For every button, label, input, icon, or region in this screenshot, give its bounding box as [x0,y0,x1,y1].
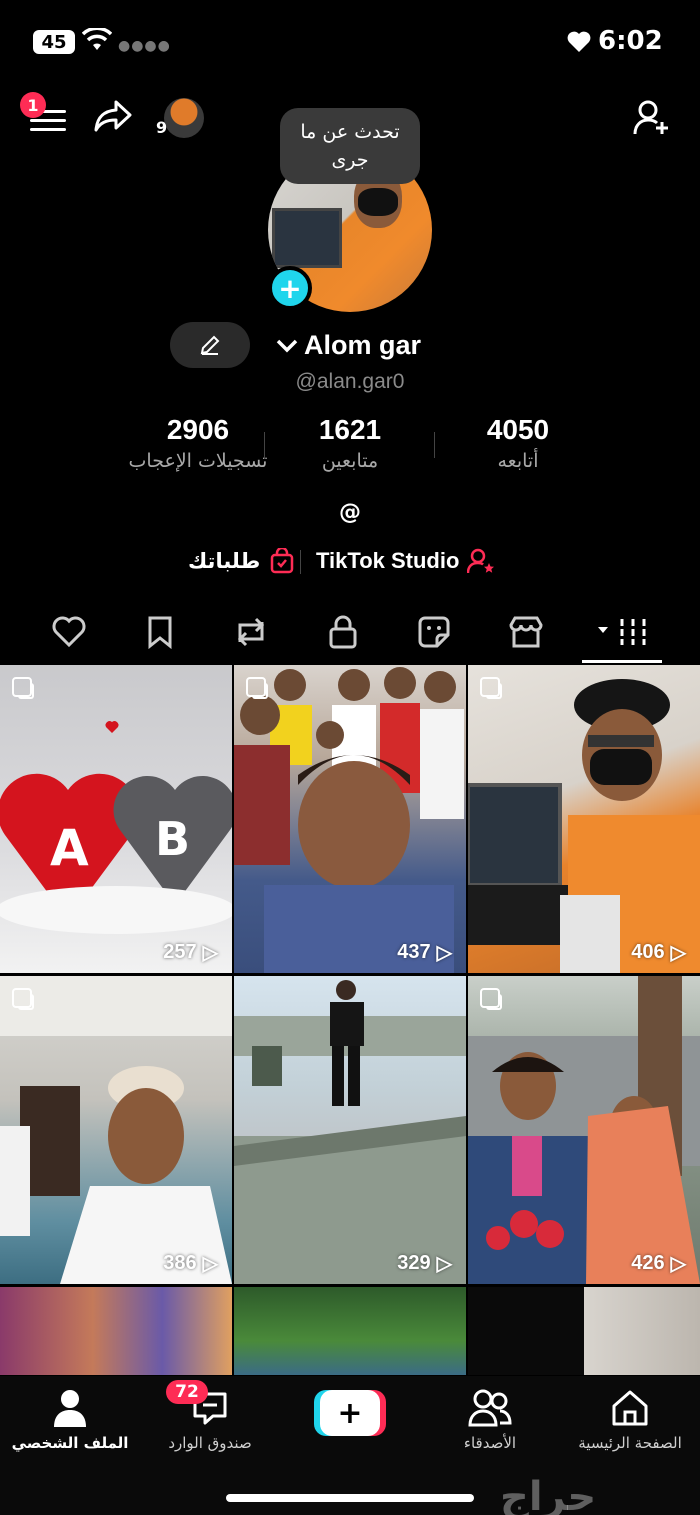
tab-reposts[interactable] [231,612,271,652]
repost-icon [237,617,265,647]
inbox-badge: 72 [166,1380,208,1404]
content-tabs [0,600,700,664]
tab-liked[interactable] [49,612,89,652]
view-count: 257 ▷ [163,940,218,965]
shop-icon [509,616,543,648]
sticker-icon [418,616,450,648]
haraj-watermark: حراج [500,1474,597,1515]
view-count-value: 386 [163,1252,197,1274]
home-icon [612,1390,648,1426]
svg-text:B: B [155,812,190,866]
play-icon: ▷ [436,942,452,964]
view-count: 406 ▷ [631,940,686,965]
video-thumbnail[interactable]: 386 ▷ [0,976,232,1284]
multi-photo-icon [480,677,502,699]
nav-home-label: الصفحة الرئيسية [578,1434,682,1452]
grid-dropdown-icon [598,619,646,645]
add-story-button[interactable]: + [268,266,312,310]
create-button[interactable]: + [314,1390,386,1436]
story-count: 9 [156,118,168,137]
tab-bookmarks[interactable] [140,612,180,652]
multi-photo-icon [12,677,34,699]
video-thumbnail[interactable] [0,1287,232,1375]
tiktok-studio-link[interactable]: TikTok Studio [316,548,495,574]
view-count-value: 257 [163,941,197,963]
plus-icon: + [320,1390,380,1436]
video-grid: A B 257 ▷ 437 ▷ 406 ▷ 386 ▷ 329 ▷ 426 ▷ [0,665,700,1375]
battery-level: 45 [41,31,67,53]
add-friend-button[interactable] [632,98,672,142]
shopping-bag-icon [271,548,294,574]
at-link-icon[interactable]: @ [0,500,700,525]
video-thumbnail[interactable]: 406 ▷ [468,665,700,973]
story-avatar[interactable] [164,98,204,138]
signal-dots-icon: ●●●● [118,38,171,54]
links-divider [300,550,301,574]
following-count: 4050 [486,414,550,445]
view-count-value: 406 [631,941,665,963]
home-indicator[interactable] [226,1494,474,1502]
status-note-bubble[interactable]: تحدث عن ما جرى [280,108,420,184]
view-count: 426 ▷ [631,1251,686,1276]
pencil-icon [200,335,220,355]
nav-friends[interactable]: الأصدقاء [420,1386,560,1452]
view-count: 437 ▷ [397,940,452,965]
play-icon: ▷ [202,1253,218,1275]
tab-private[interactable] [323,612,363,652]
nav-friends-label: الأصدقاء [463,1434,517,1452]
heart-status-icon [566,30,592,58]
profile-icon [54,1390,86,1427]
nav-profile[interactable]: الملف الشخصي [0,1386,140,1452]
active-tab-indicator [582,660,662,663]
view-count: 329 ▷ [397,1251,452,1276]
view-count-value: 426 [631,1252,665,1274]
following-stat[interactable]: 4050 أتابعه [418,414,618,472]
play-icon: ▷ [670,1253,686,1275]
video-thumbnail[interactable]: 426 ▷ [468,976,700,1284]
orders-label: طلباتك [188,549,261,573]
studio-label: TikTok Studio [316,548,460,573]
heart-icon [52,616,86,648]
view-count-value: 437 [397,941,431,963]
multi-photo-icon [480,988,502,1010]
friends-icon [468,1389,512,1427]
nav-profile-label: الملف الشخصي [11,1434,129,1452]
display-name: Alom gar [304,330,422,360]
play-icon: ▷ [436,1253,452,1275]
account-switcher[interactable]: Alom gar [276,330,421,361]
tab-shop[interactable] [506,612,546,652]
nav-home[interactable]: الصفحة الرئيسية [560,1386,700,1452]
edit-profile-button[interactable] [170,322,250,368]
orders-link[interactable]: طلباتك [188,548,294,574]
chevron-down-icon [276,339,298,352]
user-star-icon [467,548,495,574]
video-thumbnail[interactable]: 437 ▷ [234,665,466,973]
view-count-value: 329 [397,1252,431,1274]
multi-photo-icon [246,677,268,699]
multi-photo-icon [12,988,34,1010]
video-thumbnail[interactable] [468,1287,700,1375]
nav-inbox-label: صندوق الوارد [168,1434,252,1452]
following-label: أتابعه [497,450,539,472]
lock-icon [329,615,357,649]
play-icon: ▷ [670,942,686,964]
clock: 6:02 [598,26,663,56]
svg-text:A: A [50,819,89,877]
video-thumbnail[interactable]: 329 ▷ [234,976,466,1284]
wifi-icon [81,26,113,56]
profile-links-row: طلباتك TikTok Studio [0,544,700,578]
bookmark-icon [148,616,172,649]
tab-stickers[interactable] [414,612,454,652]
play-icon: ▷ [202,942,218,964]
share-profile-button[interactable] [92,98,134,138]
username-handle: @alan.gar0 [295,370,405,393]
video-thumbnail[interactable] [234,1287,466,1375]
menu-notification-badge: 1 [20,92,46,118]
view-count: 386 ▷ [163,1251,218,1276]
video-thumbnail[interactable]: A B 257 ▷ [0,665,232,973]
tab-videos[interactable] [596,612,648,652]
nav-inbox[interactable]: صندوق الوارد [140,1386,280,1452]
status-bar: 45 ●●●● 6:02 [0,0,700,80]
battery-icon: 45 [33,30,75,54]
